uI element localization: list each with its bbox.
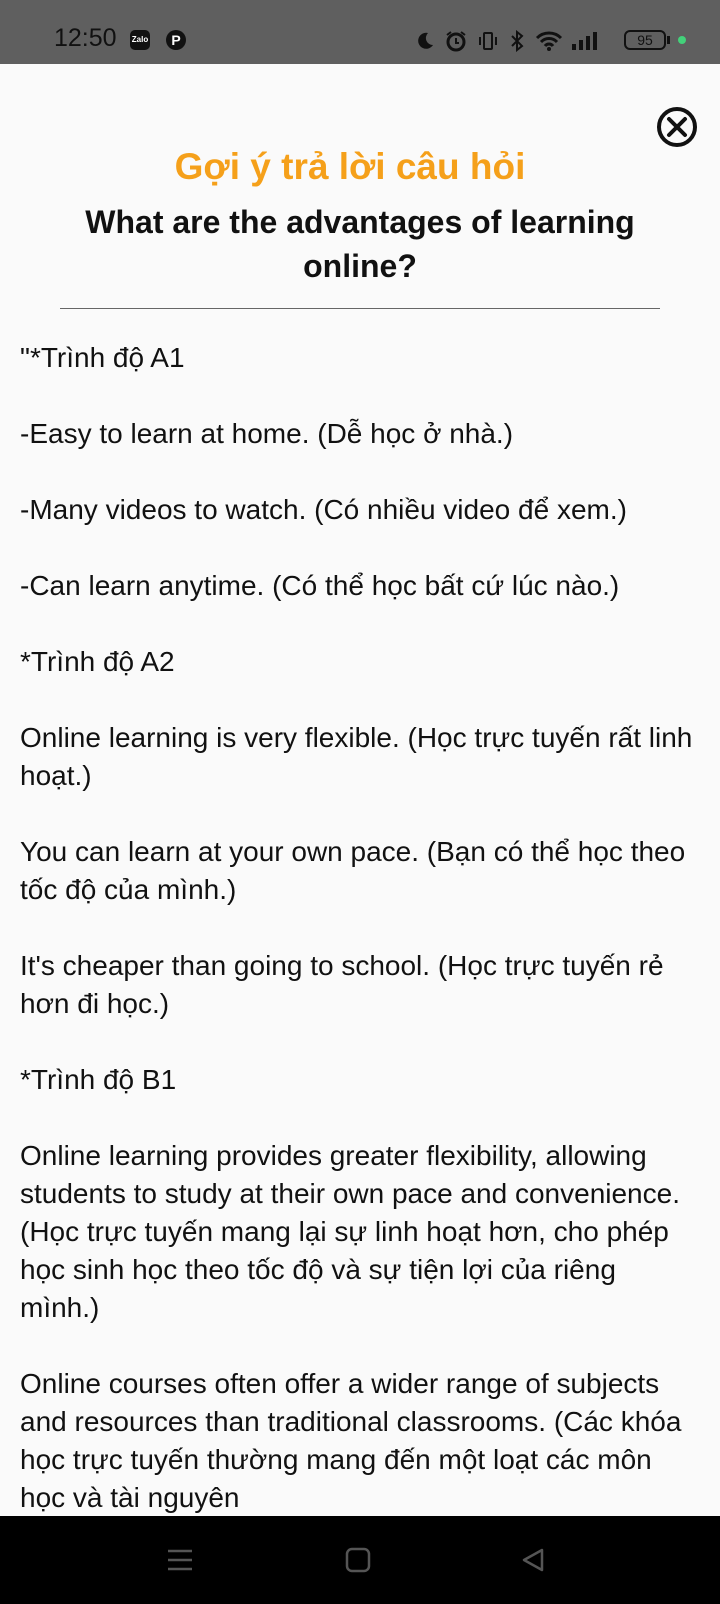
answer-paragraph: -Easy to learn at home. (Dễ học ở nhà.) xyxy=(20,418,514,449)
question-text: What are the advantages of learning onli… xyxy=(85,204,635,284)
bluetooth-icon xyxy=(508,24,526,58)
back-icon xyxy=(522,1548,544,1572)
moon-icon xyxy=(414,24,436,58)
answer-paragraph: It's cheaper than going to school. (Học … xyxy=(20,950,664,1019)
answer-paragraph: Online learning is very flexible. (Học t… xyxy=(20,722,693,791)
close-icon xyxy=(657,107,697,147)
signal-icon xyxy=(570,24,602,58)
divider xyxy=(60,308,660,309)
answer-paragraph: -Can learn anytime. (Có thể học bất cứ l… xyxy=(20,570,620,601)
close-button[interactable] xyxy=(656,106,698,148)
battery-indicator: 95 xyxy=(624,30,666,50)
status-bar: 12:50 Zalo P 95 xyxy=(0,0,720,64)
hint-title: Gợi ý trả lời câu hỏi xyxy=(174,146,526,187)
charging-dot xyxy=(678,36,686,44)
answer-paragraph: You can learn at your own pace. (Bạn có … xyxy=(20,836,686,905)
home-icon xyxy=(345,1547,371,1573)
battery-tip xyxy=(667,36,670,44)
answer-paragraph: Online learning provides greater flexibi… xyxy=(20,1140,680,1323)
back-button[interactable] xyxy=(518,1544,550,1576)
menu-button[interactable] xyxy=(164,1544,196,1576)
answer-paragraph: *Trình độ A2 xyxy=(20,646,175,677)
hint-modal: Gợi ý trả lời câu hỏi What are the advan… xyxy=(0,64,720,1516)
answer-paragraph: "*Trình độ A1 xyxy=(20,342,185,373)
answer-paragraph: *Trình độ B1 xyxy=(20,1064,177,1095)
pinterest-icon: P xyxy=(166,30,186,50)
answer-paragraph: Online courses often offer a wider range… xyxy=(20,1368,682,1513)
vibrate-icon xyxy=(476,24,500,58)
answer-text: "*Trình độ A1 -Easy to learn at home. (D… xyxy=(20,339,700,1516)
home-button[interactable] xyxy=(342,1544,374,1576)
answer-paragraph: -Many videos to watch. (Có nhiều video đ… xyxy=(20,494,627,525)
menu-icon xyxy=(168,1549,192,1571)
alarm-icon xyxy=(444,24,468,58)
wifi-icon xyxy=(534,24,564,58)
zalo-icon: Zalo xyxy=(130,30,150,50)
navigation-bar xyxy=(0,1516,720,1604)
status-time: 12:50 xyxy=(54,24,117,52)
